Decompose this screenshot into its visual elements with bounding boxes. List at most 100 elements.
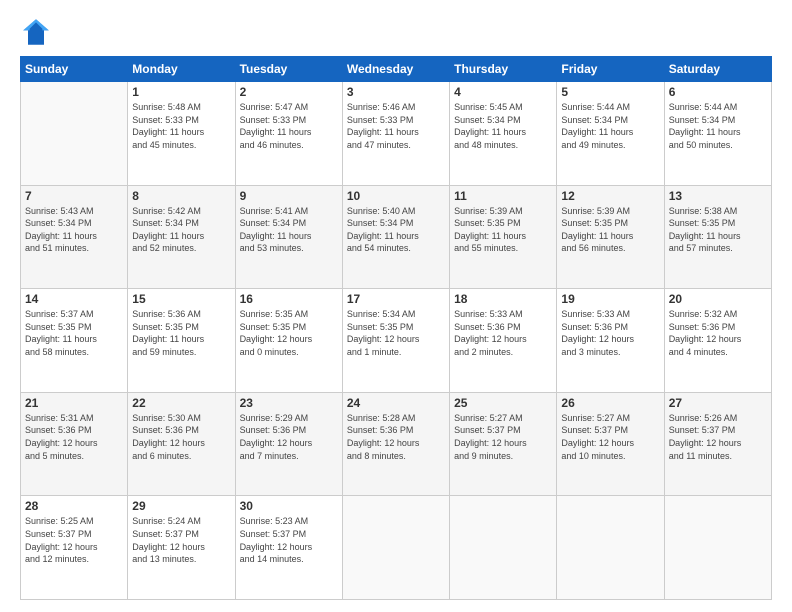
logo-icon <box>20 16 52 48</box>
calendar-cell: 6 Sunrise: 5:44 AM Sunset: 5:34 PM Daylig… <box>664 82 771 186</box>
weekday-header-saturday: Saturday <box>664 57 771 82</box>
calendar-cell <box>450 496 557 600</box>
day-number: 2 <box>240 85 338 99</box>
day-info: Sunrise: 5:27 AM Sunset: 5:37 PM Dayligh… <box>454 412 552 462</box>
day-number: 21 <box>25 396 123 410</box>
day-number: 30 <box>240 499 338 513</box>
calendar-cell: 14 Sunrise: 5:37 AM Sunset: 5:35 PM Dayli… <box>21 289 128 393</box>
day-number: 19 <box>561 292 659 306</box>
day-number: 4 <box>454 85 552 99</box>
header <box>20 16 772 48</box>
day-number: 12 <box>561 189 659 203</box>
calendar-cell: 26Sunrise: 5:27 AM Sunset: 5:37 PM Dayli… <box>557 392 664 496</box>
calendar-cell <box>342 496 449 600</box>
calendar-cell: 21 Sunrise: 5:31 AM Sunset: 5:36 PM Dayli… <box>21 392 128 496</box>
day-number: 27 <box>669 396 767 410</box>
day-number: 17 <box>347 292 445 306</box>
day-number: 26 <box>561 396 659 410</box>
calendar-cell: 15 Sunrise: 5:36 AM Sunset: 5:35 PM Dayli… <box>128 289 235 393</box>
calendar-cell: 17 Sunrise: 5:34 AM Sunset: 5:35 PM Dayli… <box>342 289 449 393</box>
day-number: 7 <box>25 189 123 203</box>
day-number: 18 <box>454 292 552 306</box>
weekday-header-monday: Monday <box>128 57 235 82</box>
day-info: Sunrise: 5:35 AM Sunset: 5:35 PM Dayligh… <box>240 308 338 358</box>
day-number: 29 <box>132 499 230 513</box>
day-info: Sunrise: 5:36 AM Sunset: 5:35 PM Dayligh… <box>132 308 230 358</box>
calendar-cell: 9 Sunrise: 5:41 AM Sunset: 5:34 PM Daylig… <box>235 185 342 289</box>
calendar-week-row: 1 Sunrise: 5:48 AM Sunset: 5:33 PM Daylig… <box>21 82 772 186</box>
calendar-cell: 20 Sunrise: 5:32 AM Sunset: 5:36 PM Dayli… <box>664 289 771 393</box>
day-number: 15 <box>132 292 230 306</box>
day-info: Sunrise: 5:26 AM Sunset: 5:37 PM Dayligh… <box>669 412 767 462</box>
calendar-cell: 18 Sunrise: 5:33 AM Sunset: 5:36 PM Dayli… <box>450 289 557 393</box>
day-number: 6 <box>669 85 767 99</box>
day-info: Sunrise: 5:44 AM Sunset: 5:34 PM Dayligh… <box>669 101 767 151</box>
calendar-cell: 27 Sunrise: 5:26 AM Sunset: 5:37 PM Dayli… <box>664 392 771 496</box>
day-number: 5 <box>561 85 659 99</box>
day-number: 24 <box>347 396 445 410</box>
weekday-header-sunday: Sunday <box>21 57 128 82</box>
calendar-table: SundayMondayTuesdayWednesdayThursdayFrid… <box>20 56 772 600</box>
calendar-cell: 11Sunrise: 5:39 AM Sunset: 5:35 PM Dayli… <box>450 185 557 289</box>
day-info: Sunrise: 5:33 AM Sunset: 5:36 PM Dayligh… <box>561 308 659 358</box>
day-info: Sunrise: 5:28 AM Sunset: 5:36 PM Dayligh… <box>347 412 445 462</box>
day-number: 28 <box>25 499 123 513</box>
day-number: 1 <box>132 85 230 99</box>
calendar-cell: 1 Sunrise: 5:48 AM Sunset: 5:33 PM Daylig… <box>128 82 235 186</box>
weekday-header-friday: Friday <box>557 57 664 82</box>
day-info: Sunrise: 5:43 AM Sunset: 5:34 PM Dayligh… <box>25 205 123 255</box>
calendar-cell: 4 Sunrise: 5:45 AM Sunset: 5:34 PM Daylig… <box>450 82 557 186</box>
calendar-cell: 23 Sunrise: 5:29 AM Sunset: 5:36 PM Dayli… <box>235 392 342 496</box>
day-number: 14 <box>25 292 123 306</box>
day-number: 3 <box>347 85 445 99</box>
day-info: Sunrise: 5:39 AM Sunset: 5:35 PM Dayligh… <box>561 205 659 255</box>
day-number: 9 <box>240 189 338 203</box>
calendar-cell <box>21 82 128 186</box>
calendar-cell: 13Sunrise: 5:38 AM Sunset: 5:35 PM Dayli… <box>664 185 771 289</box>
calendar-cell <box>664 496 771 600</box>
day-info: Sunrise: 5:23 AM Sunset: 5:37 PM Dayligh… <box>240 515 338 565</box>
day-info: Sunrise: 5:48 AM Sunset: 5:33 PM Dayligh… <box>132 101 230 151</box>
day-info: Sunrise: 5:38 AM Sunset: 5:35 PM Dayligh… <box>669 205 767 255</box>
calendar-week-row: 14 Sunrise: 5:37 AM Sunset: 5:35 PM Dayli… <box>21 289 772 393</box>
day-info: Sunrise: 5:47 AM Sunset: 5:33 PM Dayligh… <box>240 101 338 151</box>
calendar-cell: 25 Sunrise: 5:27 AM Sunset: 5:37 PM Dayli… <box>450 392 557 496</box>
day-info: Sunrise: 5:41 AM Sunset: 5:34 PM Dayligh… <box>240 205 338 255</box>
calendar-cell: 7 Sunrise: 5:43 AM Sunset: 5:34 PM Daylig… <box>21 185 128 289</box>
page: SundayMondayTuesdayWednesdayThursdayFrid… <box>0 0 792 612</box>
day-number: 20 <box>669 292 767 306</box>
day-number: 8 <box>132 189 230 203</box>
calendar-cell: 3 Sunrise: 5:46 AM Sunset: 5:33 PM Daylig… <box>342 82 449 186</box>
calendar-cell: 24 Sunrise: 5:28 AM Sunset: 5:36 PM Dayli… <box>342 392 449 496</box>
day-info: Sunrise: 5:25 AM Sunset: 5:37 PM Dayligh… <box>25 515 123 565</box>
calendar-cell: 16Sunrise: 5:35 AM Sunset: 5:35 PM Dayli… <box>235 289 342 393</box>
day-info: Sunrise: 5:37 AM Sunset: 5:35 PM Dayligh… <box>25 308 123 358</box>
day-number: 11 <box>454 189 552 203</box>
day-info: Sunrise: 5:29 AM Sunset: 5:36 PM Dayligh… <box>240 412 338 462</box>
calendar-cell <box>557 496 664 600</box>
day-info: Sunrise: 5:33 AM Sunset: 5:36 PM Dayligh… <box>454 308 552 358</box>
day-info: Sunrise: 5:31 AM Sunset: 5:36 PM Dayligh… <box>25 412 123 462</box>
calendar-cell: 5Sunrise: 5:44 AM Sunset: 5:34 PM Daylig… <box>557 82 664 186</box>
calendar-week-row: 28 Sunrise: 5:25 AM Sunset: 5:37 PM Dayli… <box>21 496 772 600</box>
logo <box>20 16 56 48</box>
day-info: Sunrise: 5:45 AM Sunset: 5:34 PM Dayligh… <box>454 101 552 151</box>
day-number: 23 <box>240 396 338 410</box>
day-info: Sunrise: 5:40 AM Sunset: 5:34 PM Dayligh… <box>347 205 445 255</box>
calendar-cell: 2 Sunrise: 5:47 AM Sunset: 5:33 PM Daylig… <box>235 82 342 186</box>
day-info: Sunrise: 5:34 AM Sunset: 5:35 PM Dayligh… <box>347 308 445 358</box>
day-number: 10 <box>347 189 445 203</box>
calendar-header-row: SundayMondayTuesdayWednesdayThursdayFrid… <box>21 57 772 82</box>
calendar-cell: 12 Sunrise: 5:39 AM Sunset: 5:35 PM Dayli… <box>557 185 664 289</box>
day-number: 25 <box>454 396 552 410</box>
calendar-week-row: 21 Sunrise: 5:31 AM Sunset: 5:36 PM Dayli… <box>21 392 772 496</box>
day-info: Sunrise: 5:46 AM Sunset: 5:33 PM Dayligh… <box>347 101 445 151</box>
day-info: Sunrise: 5:32 AM Sunset: 5:36 PM Dayligh… <box>669 308 767 358</box>
weekday-header-thursday: Thursday <box>450 57 557 82</box>
calendar-week-row: 7 Sunrise: 5:43 AM Sunset: 5:34 PM Daylig… <box>21 185 772 289</box>
weekday-header-wednesday: Wednesday <box>342 57 449 82</box>
calendar-cell: 10 Sunrise: 5:40 AM Sunset: 5:34 PM Dayli… <box>342 185 449 289</box>
calendar-cell: 28 Sunrise: 5:25 AM Sunset: 5:37 PM Dayli… <box>21 496 128 600</box>
calendar-cell: 19 Sunrise: 5:33 AM Sunset: 5:36 PM Dayli… <box>557 289 664 393</box>
day-info: Sunrise: 5:24 AM Sunset: 5:37 PM Dayligh… <box>132 515 230 565</box>
